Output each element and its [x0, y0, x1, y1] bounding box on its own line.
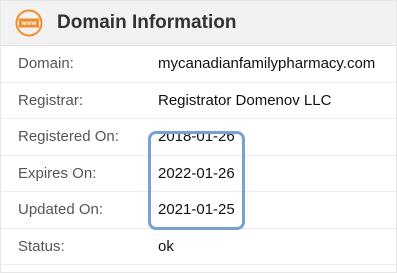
row-label: Registered On:	[18, 128, 119, 146]
domain-info-card: www Domain Information Domain: mycanadia…	[0, 0, 397, 273]
info-row-registered-on: Registered On: 2018-01-26	[1, 119, 396, 156]
card-title: Domain Information	[57, 12, 237, 33]
card-header: www Domain Information	[1, 1, 396, 46]
www-globe-icon: www	[15, 9, 43, 37]
row-value: mycanadianfamilypharmacy.com	[158, 55, 376, 73]
row-value: ok	[158, 237, 174, 255]
row-label: Registrar:	[18, 91, 84, 109]
row-label: Expires On:	[18, 164, 97, 182]
info-row-expires-on: Expires On: 2022-01-26	[1, 156, 396, 192]
www-icon-text: www	[20, 20, 37, 27]
row-value: Registrator Domenov LLC	[158, 91, 332, 109]
row-value: 2022-01-26	[158, 164, 235, 182]
info-row-domain: Domain: mycanadianfamilypharmacy.com	[1, 46, 396, 83]
row-label: Domain:	[18, 55, 74, 73]
info-row-registrar: Registrar: Registrator Domenov LLC	[1, 83, 396, 119]
row-value: 2018-01-26	[158, 128, 235, 146]
row-label: Updated On:	[18, 201, 104, 219]
row-value: 2021-01-25	[158, 201, 235, 219]
row-label: Status:	[18, 237, 65, 255]
info-row-updated-on: Updated On: 2021-01-25	[1, 192, 396, 229]
info-row-status: Status: ok	[1, 229, 396, 265]
info-rows: Domain: mycanadianfamilypharmacy.com Reg…	[1, 46, 396, 265]
